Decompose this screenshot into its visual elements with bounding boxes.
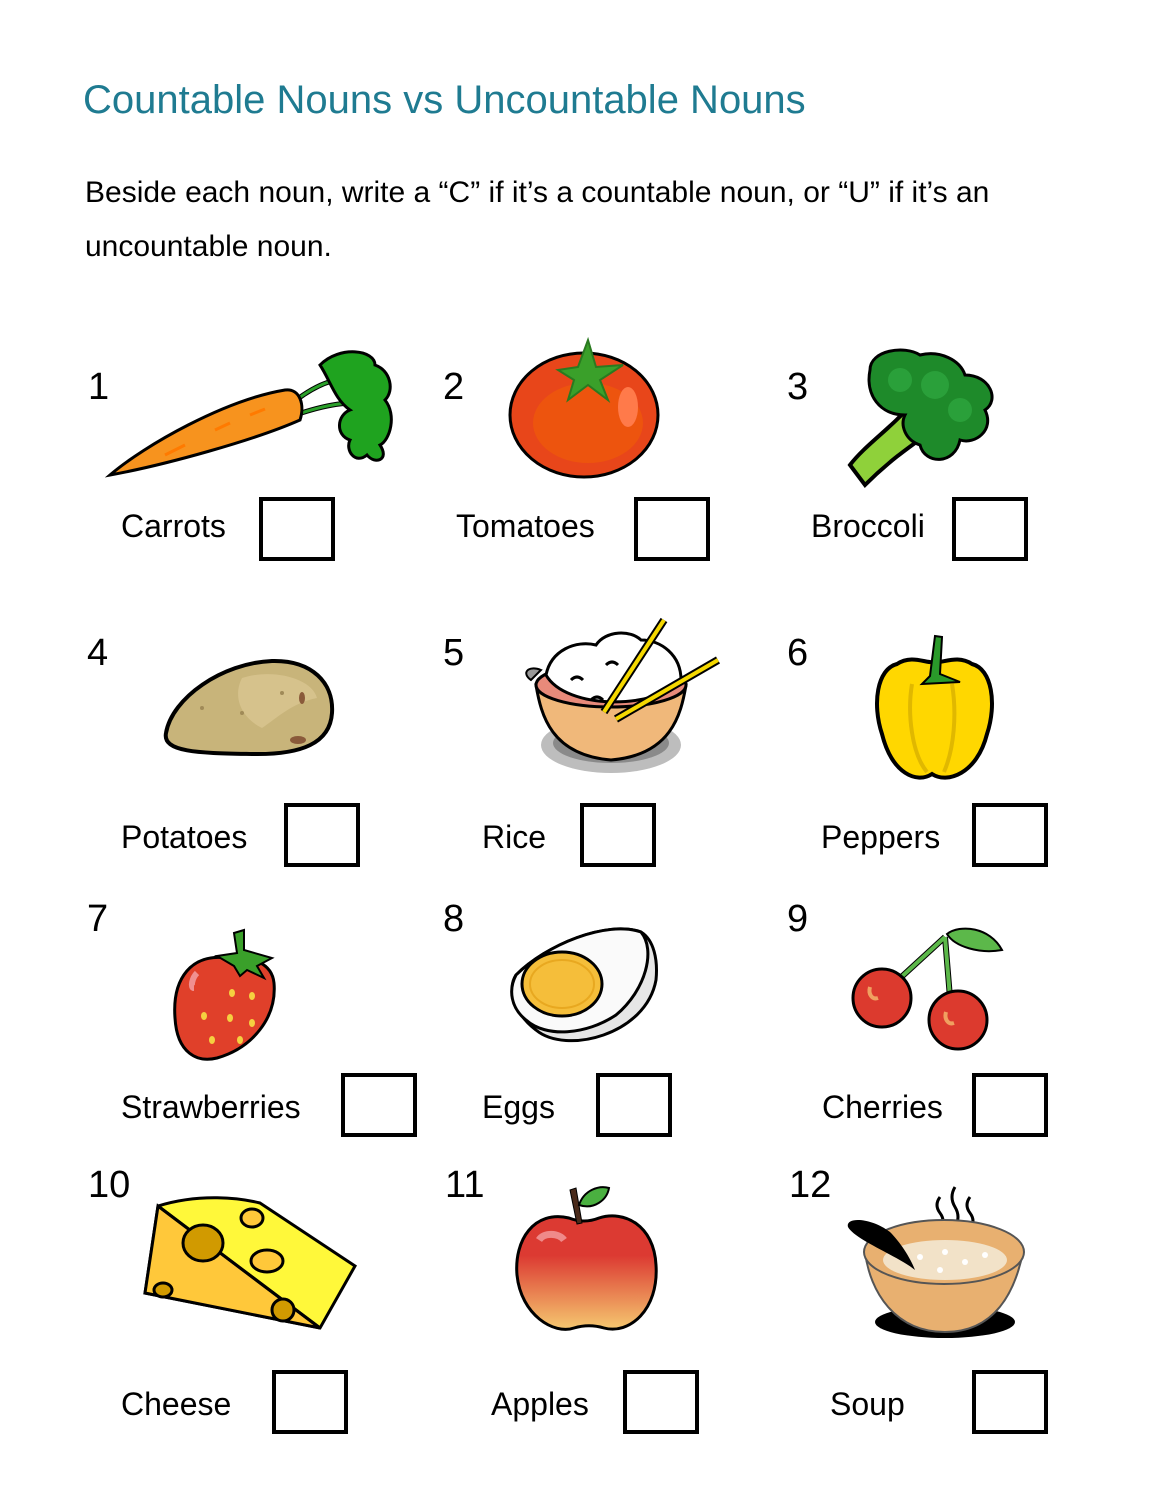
answer-box[interactable] bbox=[972, 803, 1048, 867]
item-number: 11 bbox=[445, 1164, 485, 1206]
item-number: 9 bbox=[787, 898, 809, 940]
noun-label: Eggs bbox=[482, 1089, 555, 1125]
cheese-icon bbox=[140, 1196, 365, 1333]
answer-box[interactable] bbox=[952, 497, 1028, 561]
answer-box[interactable] bbox=[972, 1370, 1048, 1434]
answer-box[interactable] bbox=[634, 497, 710, 561]
rice-bowl-icon bbox=[516, 615, 726, 775]
answer-box[interactable] bbox=[596, 1073, 672, 1137]
noun-label: Apples bbox=[491, 1386, 589, 1422]
egg-icon bbox=[506, 920, 658, 1048]
item-number: 6 bbox=[787, 632, 809, 674]
apple-icon bbox=[514, 1185, 659, 1335]
noun-label: Carrots bbox=[121, 508, 226, 544]
answer-box[interactable] bbox=[272, 1370, 348, 1434]
item-number: 5 bbox=[443, 632, 465, 674]
noun-label: Soup bbox=[830, 1386, 905, 1422]
strawberry-icon bbox=[172, 928, 282, 1063]
noun-label: Strawberries bbox=[121, 1089, 301, 1125]
item-number: 3 bbox=[787, 366, 809, 408]
answer-box[interactable] bbox=[580, 803, 656, 867]
noun-label: Potatoes bbox=[121, 819, 248, 855]
answer-box[interactable] bbox=[284, 803, 360, 867]
answer-box[interactable] bbox=[341, 1073, 417, 1137]
answer-box[interactable] bbox=[972, 1073, 1048, 1137]
item-number: 12 bbox=[789, 1164, 832, 1206]
page-title: Countable Nouns vs Uncountable Nouns bbox=[83, 78, 806, 122]
pepper-icon bbox=[872, 634, 997, 786]
item-number: 10 bbox=[88, 1164, 131, 1206]
answer-box[interactable] bbox=[623, 1370, 699, 1434]
potato-icon bbox=[162, 658, 335, 758]
item-number: 7 bbox=[87, 898, 109, 940]
noun-label: Tomatoes bbox=[456, 508, 595, 544]
noun-label: Peppers bbox=[821, 819, 941, 855]
noun-label: Rice bbox=[482, 819, 547, 855]
soup-bowl-icon bbox=[845, 1182, 1030, 1342]
broccoli-icon bbox=[845, 345, 1005, 489]
cherries-icon bbox=[850, 922, 1005, 1052]
noun-label: Cherries bbox=[822, 1089, 943, 1125]
carrot-icon bbox=[104, 345, 395, 485]
noun-label: Cheese bbox=[121, 1386, 232, 1422]
item-number: 8 bbox=[443, 898, 465, 940]
instructions: Beside each noun, write a “C” if it’s a … bbox=[85, 176, 990, 263]
item-number: 4 bbox=[87, 632, 109, 674]
tomato-icon bbox=[508, 335, 660, 480]
item-number: 2 bbox=[443, 366, 465, 408]
noun-label: Broccoli bbox=[811, 508, 925, 544]
answer-box[interactable] bbox=[259, 497, 335, 561]
